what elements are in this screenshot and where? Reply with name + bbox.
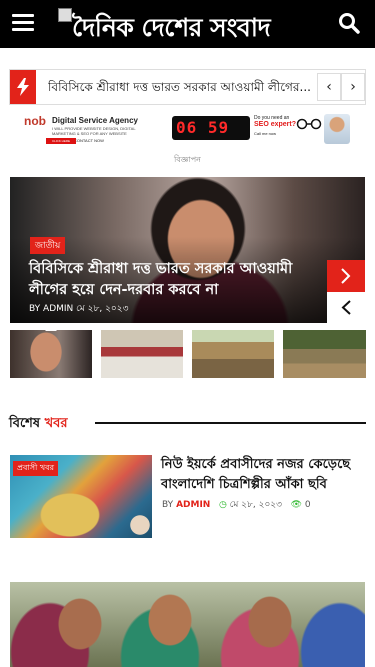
logo-text: দৈনিক দেশের সংবাদ <box>72 13 271 42</box>
ad-subtitle: I WILL PROVIDE WEBSITE DESIGN, DIGITAL M… <box>52 126 136 136</box>
ad-call: Call me now <box>254 131 277 136</box>
section-title-accent: খবর <box>44 416 68 431</box>
thumbnail-4[interactable] <box>283 330 366 378</box>
section-header: বিশেষ খবর <box>9 412 366 434</box>
slider-thumbnails <box>10 325 366 378</box>
ad-brand: nob <box>24 114 46 128</box>
ad-clock-digits: 06 59 <box>176 118 230 137</box>
section-divider <box>95 422 366 424</box>
ad-title: Digital Service Agency <box>52 116 138 125</box>
news-large-image[interactable] <box>10 582 365 667</box>
hamburger-icon[interactable] <box>12 14 34 32</box>
ticker-next-button[interactable]: › <box>341 73 365 101</box>
ticker-headline[interactable]: বিবিসিকে শ্রীরাধা দত্ত ভারত সরকার আওয়াম… <box>48 79 318 99</box>
breaking-news-ticker: বিবিসিকে শ্রীরাধা দত্ত ভারত সরকার আওয়াম… <box>9 69 366 105</box>
site-header: দৈনিক দেশের সংবাদ <box>0 0 375 48</box>
advertisement-banner[interactable]: nob Digital Service Agency I WILL PROVID… <box>22 112 352 148</box>
ticker-prev-button[interactable]: ‹ <box>317 73 341 101</box>
section-title-main: বিশেষ <box>9 416 41 431</box>
news-card-author[interactable]: ADMIN <box>176 500 210 510</box>
featured-meta: BY ADMIN মে ২৮, ২০২৩ <box>29 304 129 314</box>
section-title: বিশেষ খবর <box>9 414 68 435</box>
ad-label: বিজ্ঞাপন <box>174 155 201 164</box>
chevron-left-icon <box>341 300 351 315</box>
ad-question-line2: SEO expert? <box>254 121 297 128</box>
featured-slider[interactable]: জাতীয় বিবিসিকে শ্রীরাধা দত্ত ভারত সরকার… <box>10 177 365 323</box>
ad-contact: CONTACT NOW <box>74 138 104 143</box>
clock-icon: ◷ <box>218 500 227 510</box>
featured-category-badge[interactable]: জাতীয় <box>30 237 66 254</box>
glasses-icon <box>296 118 322 130</box>
news-card-category-badge[interactable]: প্রবাসী খবর <box>13 461 58 476</box>
slider-next-button[interactable] <box>327 260 365 292</box>
broken-image-icon <box>58 8 72 22</box>
ad-click-button: CLICK HERE <box>46 138 76 144</box>
news-card-views: 0 <box>304 500 311 510</box>
ad-clock: 06 59 <box>172 116 250 140</box>
news-card-title[interactable]: নিউ ইয়র্কে প্রবাসীদের নজর কেড়েছে বাংলা… <box>161 455 366 495</box>
featured-title[interactable]: বিবিসিকে শ্রীরাধা দত্ত ভারত সরকার আওয়াম… <box>29 259 329 301</box>
thumbnail-1[interactable] <box>10 325 92 378</box>
thumbnail-3[interactable] <box>192 330 274 378</box>
chevron-right-icon <box>341 268 351 284</box>
bolt-icon <box>10 70 36 104</box>
news-card-by: BY <box>162 500 174 510</box>
site-logo[interactable]: দৈনিক দেশের সংবাদ <box>58 7 320 42</box>
active-thumb-pointer <box>45 325 57 331</box>
news-card-date: মে ২৮, ২০২৩ <box>229 500 283 510</box>
thumbnail-2[interactable] <box>101 330 183 378</box>
eye-icon: 👁 <box>290 500 303 510</box>
slider-prev-button[interactable] <box>327 292 365 323</box>
ad-person-photo <box>324 114 350 144</box>
news-card-meta: BY ADMIN ◷ মে ২৮, ২০২৩ 👁 0 <box>162 497 311 512</box>
search-icon[interactable] <box>338 12 362 36</box>
